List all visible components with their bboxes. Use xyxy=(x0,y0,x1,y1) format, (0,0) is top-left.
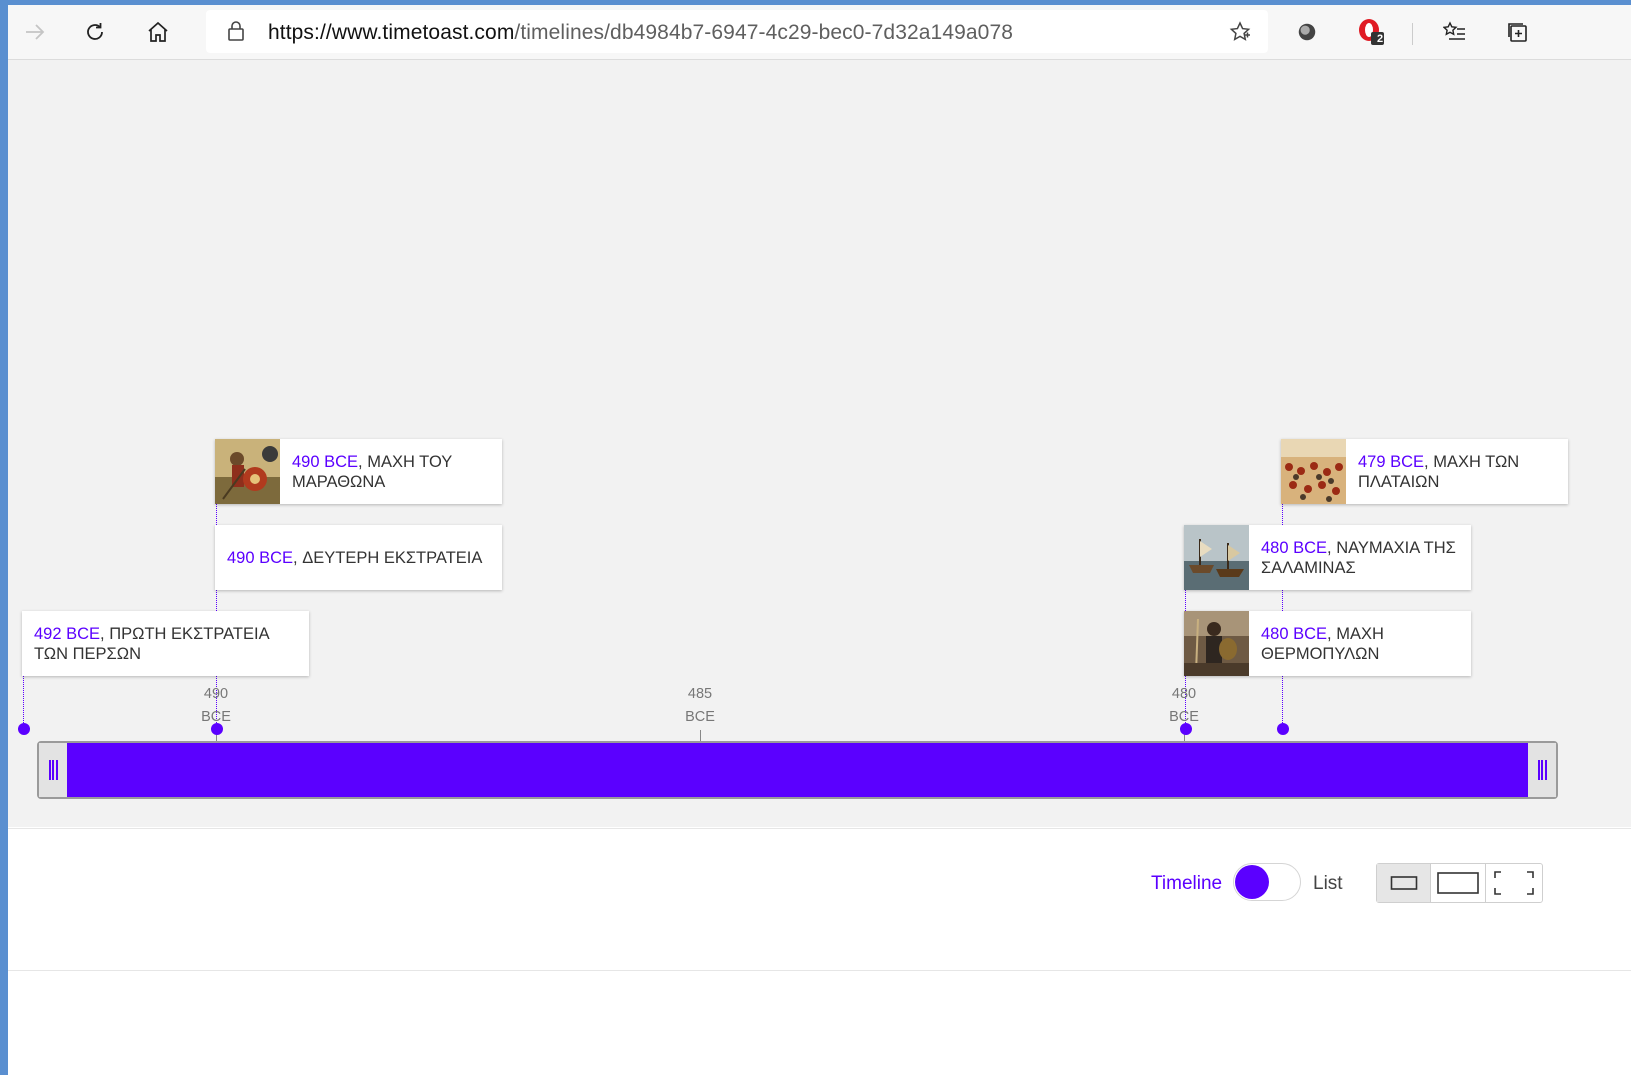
wide-rect-icon xyxy=(1437,872,1479,894)
grip-icon xyxy=(48,760,58,780)
browser-toolbar: https://www.timetoast.com/timelines/db49… xyxy=(8,5,1631,60)
timeline-range-slider[interactable] xyxy=(37,741,1558,799)
event-separator: , xyxy=(293,548,303,567)
toggle-knob xyxy=(1235,865,1269,899)
view-size-buttons xyxy=(1376,863,1543,903)
event-year: 490 BCE xyxy=(292,452,359,471)
url-text[interactable]: https://www.timetoast.com/timelines/db49… xyxy=(268,21,1013,45)
home-icon[interactable] xyxy=(143,17,173,47)
event-thumbnail-image xyxy=(1281,439,1346,504)
list-view-label[interactable]: List xyxy=(1313,873,1343,895)
small-view-button[interactable] xyxy=(1377,864,1431,902)
axis-tick-era: BCE xyxy=(685,709,715,725)
event-marker-dot[interactable] xyxy=(1180,723,1192,735)
timeline-canvas[interactable]: 490 BCE, ΜΑΧΗ ΤΟΥ ΜΑΡΑΘΩΝΑ 490 BCE, ΔΕΥΤ… xyxy=(8,60,1631,827)
event-card-salamis[interactable]: 480 BCE, ΝΑΥΜΑΧΙΑ ΤΗΣ ΣΑΛΑΜΙΝΑΣ xyxy=(1184,525,1471,590)
event-label: 480 BCE, ΝΑΥΜΑΧΙΑ ΤΗΣ ΣΑΛΑΜΙΝΑΣ xyxy=(1249,538,1471,578)
refresh-icon[interactable] xyxy=(80,17,110,47)
axis-tick-year: 485 xyxy=(687,686,713,702)
event-title: ΔΕΥΤΕΡΗ ΕΚΣΤΡΑΤΕΙΑ xyxy=(302,548,483,567)
forward-icon[interactable] xyxy=(20,17,50,47)
event-year: 480 BCE xyxy=(1261,538,1328,557)
grip-icon xyxy=(1537,760,1547,780)
axis-tick-label: 485 BCE xyxy=(670,683,730,729)
event-thumbnail-image xyxy=(215,439,280,504)
event-card-plataea[interactable]: 479 BCE, ΜΑΧΗ ΤΩΝ ΠΛΑΤΑΙΩΝ xyxy=(1281,439,1568,504)
event-thumbnail-image xyxy=(1184,525,1249,590)
event-card-first-campaign[interactable]: 492 BCE, ΠΡΩΤΗ ΕΚΣΤΡΑΤΕΙΑ ΤΩΝ ΠΕΡΣΩΝ xyxy=(22,611,309,676)
event-year: 480 BCE xyxy=(1261,624,1328,643)
event-card-second-campaign[interactable]: 490 BCE, ΔΕΥΤΕΡΗ ΕΚΣΤΡΑΤΕΙΑ xyxy=(215,525,502,590)
url-host: https://www.timetoast.com xyxy=(268,21,515,44)
event-label: 479 BCE, ΜΑΧΗ ΤΩΝ ΠΛΑΤΑΙΩΝ xyxy=(1346,452,1568,492)
extension-badge: 2 xyxy=(1377,33,1384,45)
event-label: 480 BCE, ΜΑΧΗ ΘΕΡΜΟΠΥΛΩΝ xyxy=(1249,624,1471,664)
event-separator: , xyxy=(1424,452,1434,471)
event-marker-dot[interactable] xyxy=(211,723,223,735)
extension-circle-icon[interactable] xyxy=(1292,17,1322,47)
opera-extension-icon[interactable]: 2 xyxy=(1356,17,1386,47)
wide-view-button[interactable] xyxy=(1431,864,1486,902)
event-label: 490 BCE, ΔΕΥΤΕΡΗ ΕΚΣΤΡΑΤΕΙΑ xyxy=(215,548,494,568)
event-card-thermopylae[interactable]: 480 BCE, ΜΑΧΗ ΘΕΡΜΟΠΥΛΩΝ xyxy=(1184,611,1471,676)
event-separator: , xyxy=(358,452,368,471)
event-separator: , xyxy=(100,624,110,643)
url-path: /timelines/db4984b7-6947-4c29-bec0-7d32a… xyxy=(514,21,1014,44)
event-separator: , xyxy=(1327,538,1337,557)
range-handle-right[interactable] xyxy=(1528,743,1556,797)
timeline-view-label[interactable]: Timeline xyxy=(1151,873,1222,895)
favorite-star-icon[interactable] xyxy=(1228,20,1252,44)
event-label: 492 BCE, ΠΡΩΤΗ ΕΚΣΤΡΑΤΕΙΑ ΤΩΝ ΠΕΡΣΩΝ xyxy=(22,624,309,664)
axis-tick-year: 490 xyxy=(203,686,229,702)
small-rect-icon xyxy=(1390,876,1417,890)
event-thumbnail-image xyxy=(1184,611,1249,676)
event-marker-dot[interactable] xyxy=(18,723,30,735)
timeline-list-toggle[interactable] xyxy=(1233,863,1301,901)
range-handle-left[interactable] xyxy=(39,743,67,797)
toolbar-divider xyxy=(1412,23,1413,45)
favorites-list-icon[interactable] xyxy=(1440,17,1470,47)
view-controls-bar: Timeline List xyxy=(8,828,1631,971)
event-separator: , xyxy=(1327,624,1337,643)
fullscreen-icon xyxy=(1494,871,1534,895)
collections-icon[interactable] xyxy=(1503,17,1533,47)
event-marker-dot[interactable] xyxy=(1277,723,1289,735)
event-card-marathon[interactable]: 490 BCE, ΜΑΧΗ ΤΟΥ ΜΑΡΑΘΩΝΑ xyxy=(215,439,502,504)
event-connector-line xyxy=(23,675,24,729)
event-label: 490 BCE, ΜΑΧΗ ΤΟΥ ΜΑΡΑΘΩΝΑ xyxy=(280,452,502,492)
event-year: 490 BCE xyxy=(227,548,294,567)
address-bar[interactable]: https://www.timetoast.com/timelines/db49… xyxy=(206,10,1268,53)
fullscreen-button[interactable] xyxy=(1486,864,1542,902)
axis-tick-mark xyxy=(700,730,701,741)
window-frame-left xyxy=(0,0,8,1075)
event-year: 492 BCE xyxy=(34,624,101,643)
axis-tick-year: 480 xyxy=(1171,686,1197,702)
event-year: 479 BCE xyxy=(1358,452,1425,471)
lock-icon xyxy=(228,21,244,41)
